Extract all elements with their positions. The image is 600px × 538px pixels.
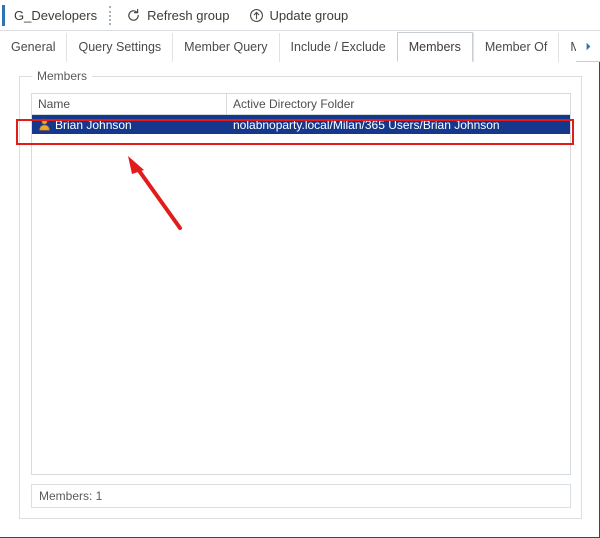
tab-member-of[interactable]: Member Of bbox=[472, 33, 559, 62]
accent-bar bbox=[2, 4, 5, 26]
tab-query-settings[interactable]: Query Settings bbox=[66, 33, 173, 62]
refresh-icon bbox=[126, 8, 141, 23]
members-list-view[interactable]: Name Active Directory Folder Brian Johns… bbox=[31, 93, 571, 475]
refresh-group-label: Refresh group bbox=[147, 7, 230, 23]
tab-general[interactable]: General bbox=[0, 33, 67, 62]
toolbar-separator bbox=[109, 5, 112, 25]
members-groupbox-label: Members bbox=[32, 69, 93, 83]
list-item[interactable]: Brian Johnson nolabnoparty.local/Milan/3… bbox=[32, 115, 570, 134]
member-name-cell: Brian Johnson bbox=[32, 118, 227, 132]
column-header-name[interactable]: Name bbox=[32, 94, 227, 114]
user-icon bbox=[38, 118, 51, 131]
update-group-button[interactable]: Update group bbox=[243, 5, 355, 26]
member-folder-text: nolabnoparty.local/Milan/365 Users/Brian… bbox=[233, 117, 500, 132]
member-folder-cell: nolabnoparty.local/Milan/365 Users/Brian… bbox=[227, 118, 570, 132]
update-circle-up-icon bbox=[249, 8, 264, 23]
tab-member-query[interactable]: Member Query bbox=[172, 33, 279, 62]
application-window: G_Developers Refresh group Update group bbox=[0, 0, 600, 538]
update-group-label: Update group bbox=[269, 7, 349, 23]
tab-manage[interactable]: Manage bbox=[558, 33, 576, 62]
group-name-label: G_Developers bbox=[14, 7, 98, 23]
column-header-active-directory-folder[interactable]: Active Directory Folder bbox=[227, 94, 570, 114]
member-name-text: Brian Johnson bbox=[55, 117, 132, 132]
tab-strip: General Query Settings Member Query Incl… bbox=[0, 31, 600, 62]
refresh-group-button[interactable]: Refresh group bbox=[120, 5, 235, 26]
members-groupbox: Members Name Active Directory Folder Bri… bbox=[19, 69, 582, 519]
members-count-text: Members: 1 bbox=[39, 489, 103, 503]
command-bar: G_Developers Refresh group Update group bbox=[0, 0, 600, 31]
members-status-bar: Members: 1 bbox=[31, 484, 571, 508]
tab-overflow-button[interactable] bbox=[583, 33, 594, 62]
tab-include-exclude[interactable]: Include / Exclude bbox=[278, 33, 397, 62]
members-tab-panel: Members Name Active Directory Folder Bri… bbox=[0, 62, 598, 537]
tab-members[interactable]: Members bbox=[396, 32, 473, 62]
list-header-row: Name Active Directory Folder bbox=[32, 94, 570, 115]
chevron-right-icon bbox=[583, 41, 594, 55]
